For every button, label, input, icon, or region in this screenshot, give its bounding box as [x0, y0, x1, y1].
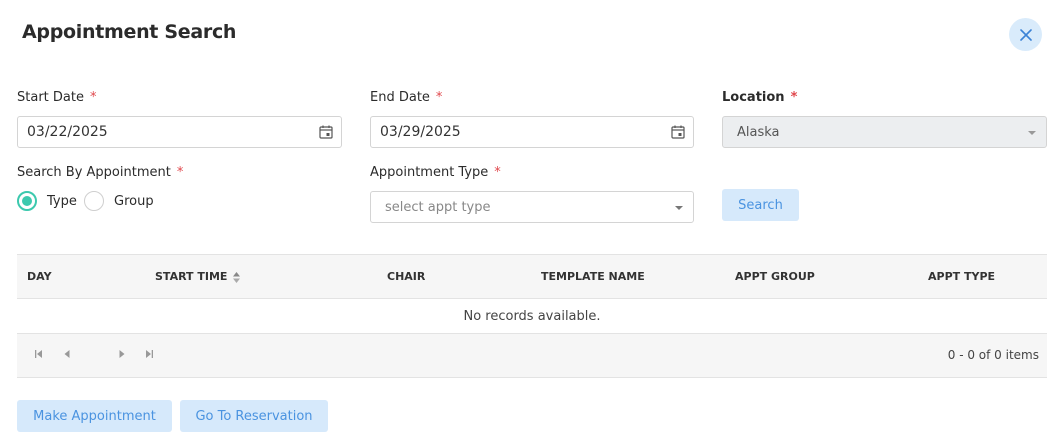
next-page-icon[interactable] [118, 349, 126, 359]
calendar-icon[interactable] [671, 125, 685, 139]
column-header-day[interactable]: DAY [27, 270, 52, 283]
radio-group[interactable] [84, 191, 104, 211]
close-button[interactable] [1009, 18, 1042, 51]
empty-message: No records available. [17, 299, 1047, 334]
column-header-start-time[interactable]: START TIME [155, 270, 241, 283]
last-page-icon[interactable] [145, 349, 154, 359]
required-marker: * [435, 90, 443, 105]
radio-type[interactable] [17, 191, 37, 211]
results-grid: DAY START TIME CHAIR TEMPLATE NAME APPT … [17, 254, 1047, 378]
start-date-label: Start Date * [17, 90, 97, 105]
location-value: Alaska [737, 124, 780, 140]
start-date-field[interactable]: 03/22/2025 [17, 116, 342, 148]
search-by-label: Search By Appointment * [17, 165, 184, 180]
previous-page-icon[interactable] [63, 349, 71, 359]
required-marker: * [176, 165, 184, 180]
make-appointment-button[interactable]: Make Appointment [17, 400, 172, 432]
end-date-label: End Date * [370, 90, 443, 105]
pager-info: 0 - 0 of 0 items [947, 348, 1039, 362]
appt-type-select[interactable]: select appt type [370, 191, 694, 223]
grid-header: DAY START TIME CHAIR TEMPLATE NAME APPT … [17, 255, 1047, 299]
pager: 0 - 0 of 0 items [17, 334, 1047, 378]
column-header-appt-group[interactable]: APPT GROUP [735, 270, 815, 283]
chevron-down-icon [1028, 131, 1036, 135]
appt-type-placeholder: select appt type [385, 199, 491, 215]
go-to-reservation-button[interactable]: Go To Reservation [180, 400, 328, 432]
page-title: Appointment Search [22, 21, 237, 43]
column-header-chair[interactable]: CHAIR [387, 270, 425, 283]
radio-group-label[interactable]: Group [114, 194, 154, 209]
close-icon [1019, 28, 1032, 41]
start-date-value: 03/22/2025 [27, 124, 108, 140]
location-select[interactable]: Alaska [722, 116, 1047, 148]
appt-type-label: Appointment Type * [370, 165, 501, 180]
column-header-template-name[interactable]: TEMPLATE NAME [541, 270, 645, 283]
required-marker: * [494, 165, 501, 180]
search-button[interactable]: Search [722, 189, 799, 221]
end-date-field[interactable]: 03/29/2025 [370, 116, 694, 148]
required-marker: * [89, 90, 97, 105]
column-header-appt-type[interactable]: APPT TYPE [928, 270, 995, 283]
sort-icon[interactable] [233, 271, 241, 283]
location-label: Location * [722, 90, 798, 105]
first-page-icon[interactable] [34, 349, 43, 359]
required-marker: * [790, 90, 798, 105]
radio-type-label[interactable]: Type [47, 194, 77, 209]
calendar-icon[interactable] [319, 125, 333, 139]
chevron-down-icon [675, 206, 683, 210]
end-date-value: 03/29/2025 [380, 124, 461, 140]
